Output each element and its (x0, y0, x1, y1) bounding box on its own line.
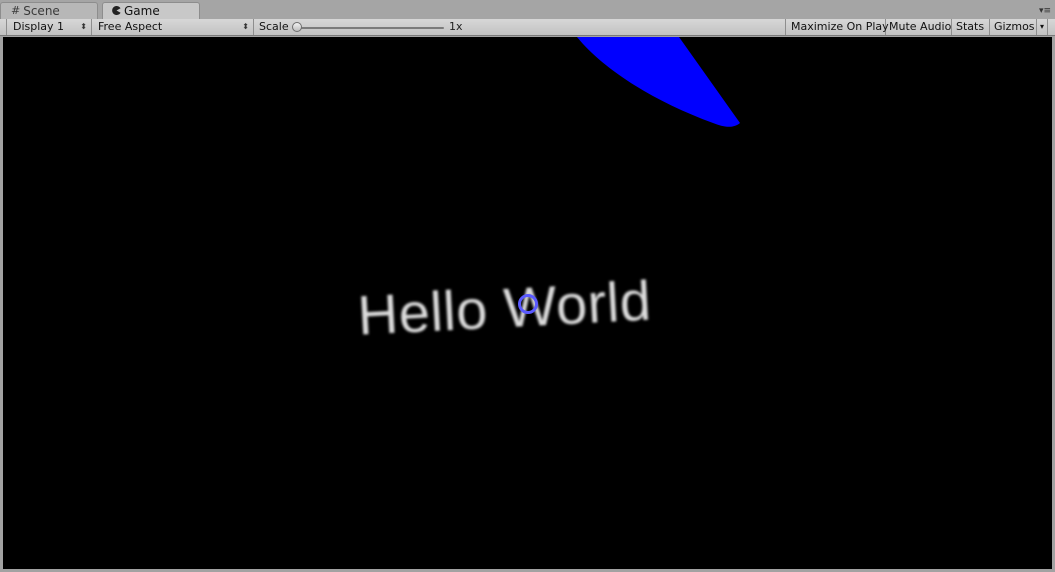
pivot-ring-icon (518, 294, 538, 314)
hello-world-text: Hello World (356, 268, 653, 347)
aspect-dropdown-value: Free Aspect (98, 20, 163, 33)
tab-scene-label: Scene (23, 4, 60, 18)
aspect-dropdown[interactable]: Free Aspect ⬍ (92, 19, 254, 35)
mute-audio-label: Mute Audio (889, 20, 952, 33)
scale-control: Scale 1x (254, 19, 463, 35)
maximize-on-play-label: Maximize On Play (791, 20, 889, 33)
window-menu-icon[interactable]: ▾≡ (1038, 6, 1052, 16)
stats-toggle[interactable]: Stats (952, 19, 990, 35)
updown-arrow-icon: ⬍ (80, 22, 87, 31)
tab-scene[interactable]: # Scene (0, 2, 98, 19)
gizmos-label: Gizmos (994, 20, 1035, 33)
scale-value: 1x (449, 20, 463, 33)
scale-label: Scale (259, 20, 289, 33)
tab-strip: # Scene Game ▾≡ (0, 0, 1055, 20)
gizmos-toggle[interactable]: Gizmos (990, 19, 1036, 35)
tab-game[interactable]: Game (102, 2, 200, 19)
game-viewport[interactable]: Hello World (3, 37, 1052, 569)
gizmos-dropdown[interactable]: ▾ (1036, 19, 1048, 35)
display-dropdown-value: Display 1 (13, 20, 65, 33)
stats-label: Stats (956, 20, 985, 33)
scale-slider-track[interactable] (294, 27, 444, 29)
game-toolbar: Display 1 ⬍ Free Aspect ⬍ Scale 1x Maxim… (0, 19, 1055, 36)
updown-arrow-icon: ⬍ (242, 22, 249, 31)
maximize-on-play-toggle[interactable]: Maximize On Play (785, 19, 889, 35)
scale-slider-thumb[interactable] (292, 22, 302, 32)
mute-audio-toggle[interactable]: Mute Audio (886, 19, 952, 35)
tab-game-label: Game (124, 4, 160, 18)
grid-icon: # (11, 4, 21, 17)
blue-shape (577, 37, 740, 127)
game-window: # Scene Game ▾≡ Display 1 ⬍ Free Aspect ⬍… (0, 0, 1055, 572)
chevron-down-icon: ▾ (1040, 22, 1045, 31)
display-dropdown[interactable]: Display 1 ⬍ (6, 19, 92, 35)
pacman-icon (112, 3, 121, 19)
